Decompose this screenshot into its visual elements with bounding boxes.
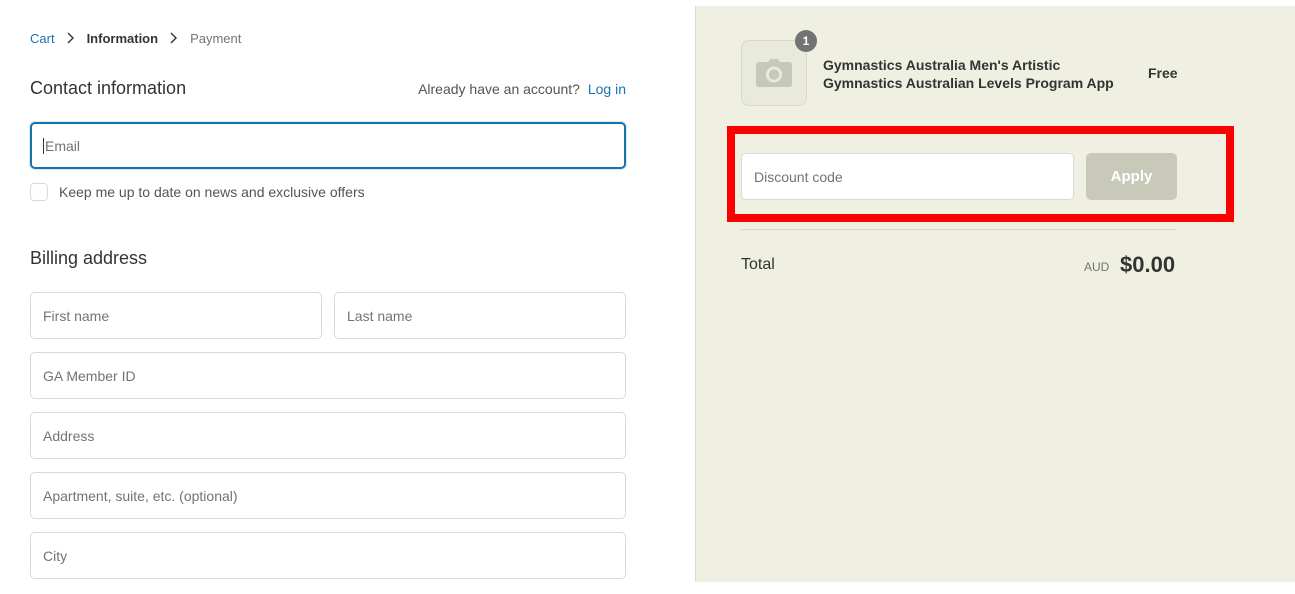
email-field[interactable]: Email (30, 122, 626, 169)
discount-code-placeholder: Discount code (754, 168, 843, 185)
camera-icon (756, 59, 792, 87)
first-name-field[interactable]: First name (30, 292, 322, 339)
email-placeholder: Email (45, 137, 81, 154)
last-name-placeholder: Last name (347, 307, 413, 324)
chevron-right-icon (170, 32, 178, 44)
billing-address-heading: Billing address (30, 248, 148, 268)
member-id-placeholder: GA Member ID (43, 367, 136, 384)
chevron-right-icon (67, 32, 74, 44)
contact-info-heading: Contact information (30, 78, 187, 98)
newsletter-checkbox[interactable] (30, 183, 48, 201)
login-link[interactable]: Log in (588, 81, 626, 97)
breadcrumb-payment: Payment (190, 30, 242, 46)
breadcrumb: Cart Information Payment (30, 30, 241, 46)
product-thumbnail (741, 40, 807, 106)
page-bottom-strip (695, 582, 1295, 594)
last-name-field[interactable]: Last name (334, 292, 626, 339)
product-price: Free (1148, 65, 1178, 81)
summary-divider (741, 229, 1177, 230)
apartment-placeholder: Apartment, suite, etc. (optional) (43, 487, 238, 504)
quantity-badge: 1 (795, 30, 817, 52)
first-name-placeholder: First name (43, 307, 110, 324)
city-field[interactable]: City (30, 532, 626, 579)
member-id-field[interactable]: GA Member ID (30, 352, 626, 399)
address-field[interactable]: Address (30, 412, 626, 459)
total-currency: AUD (1084, 260, 1110, 274)
discount-code-input[interactable]: Discount code (741, 153, 1074, 200)
product-name: Gymnastics Australia Men's Artistic Gymn… (823, 57, 1114, 91)
account-prompt-text: Already have an account? (418, 81, 580, 97)
breadcrumb-information: Information (86, 30, 159, 46)
apply-discount-button[interactable]: Apply (1086, 153, 1177, 200)
total-label: Total (741, 256, 775, 273)
text-caret (43, 137, 44, 154)
total-amount: $0.00 (1120, 252, 1176, 277)
account-prompt: Already have an account? Log in (418, 81, 626, 97)
newsletter-label[interactable]: Keep me up to date on news and exclusive… (59, 184, 365, 200)
newsletter-option: Keep me up to date on news and exclusive… (30, 183, 365, 201)
apartment-field[interactable]: Apartment, suite, etc. (optional) (30, 472, 626, 519)
address-placeholder: Address (43, 427, 95, 444)
city-placeholder: City (43, 547, 68, 564)
breadcrumb-cart-link[interactable]: Cart (30, 31, 55, 46)
checkout-main: Cart Information Payment Contact informa… (0, 0, 695, 594)
